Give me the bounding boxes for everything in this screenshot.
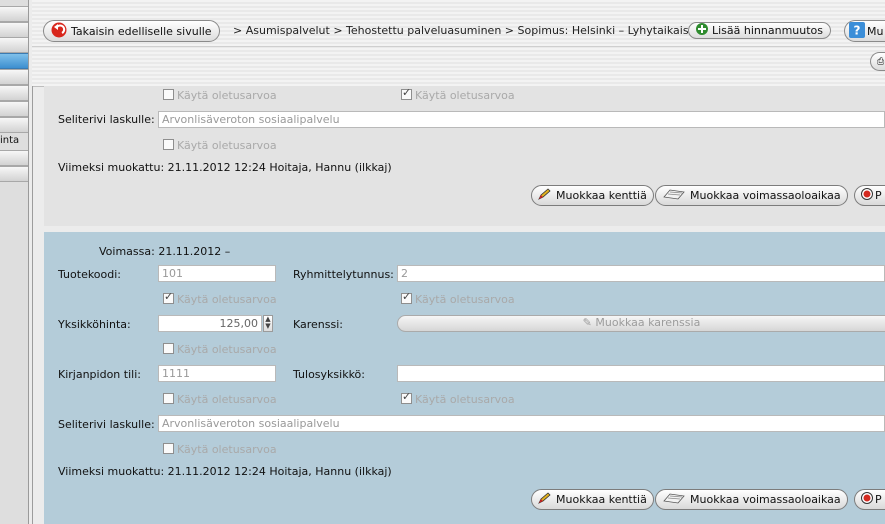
last-modified-text: Viimeksi muokattu: 21.11.2012 12:24 Hoit… — [58, 161, 392, 174]
stop-icon — [861, 492, 873, 507]
sidebar-item[interactable] — [0, 166, 28, 182]
last-modified-text: Viimeksi muokattu: 21.11.2012 12:24 Hoit… — [58, 465, 392, 478]
unit-price-field[interactable]: 125,00 — [158, 315, 262, 332]
sidebar-item[interactable] — [0, 6, 28, 22]
checkbox-label: Käytä oletusarvoa — [177, 443, 277, 456]
unit-price-stepper[interactable]: ▲ ▼ — [263, 315, 273, 332]
invoice-line-field[interactable]: Arvonlisäveroton sosiaalipalvelu — [158, 111, 885, 128]
checkbox-label: Käytä oletusarvoa — [177, 89, 277, 102]
checkbox-box[interactable] — [401, 390, 412, 404]
group-id-field[interactable]: 2 — [397, 265, 885, 282]
use-default-checkbox[interactable]: Käytä oletusarvoa — [163, 89, 277, 102]
edit-validity-button[interactable]: Muokkaa voimassaoloaikaa — [655, 489, 848, 510]
sidebar-item[interactable] — [0, 69, 28, 85]
sidebar-item[interactable] — [0, 117, 28, 133]
edit-validity-button[interactable]: Muokkaa voimassaoloaikaa — [655, 185, 848, 206]
use-default-checkbox[interactable]: Käytä oletusarvoa — [401, 86, 515, 102]
edit-fields-button[interactable]: Muokkaa kenttiä — [531, 489, 654, 510]
back-button-label: Takaisin edelliselle sivulle — [71, 24, 212, 38]
validity-text: Voimassa: 21.11.2012 – — [99, 245, 231, 258]
checkbox-box[interactable] — [163, 89, 174, 100]
help-icon: ? — [849, 21, 865, 41]
checkbox-label: Käytä oletusarvoa — [415, 293, 515, 306]
stop-icon — [861, 188, 873, 203]
checkbox-box[interactable] — [401, 290, 412, 304]
svg-text:?: ? — [854, 23, 861, 37]
use-default-checkbox[interactable]: Käytä oletusarvoa — [401, 290, 515, 306]
content-border — [32, 86, 33, 524]
product-code-label: Tuotekoodi: — [58, 268, 122, 281]
calendar-icon — [662, 188, 686, 203]
checkbox-box[interactable] — [401, 86, 412, 100]
result-unit-field[interactable] — [397, 365, 885, 382]
checkbox-label: Käytä oletusarvoa — [177, 139, 277, 152]
use-default-checkbox[interactable]: Käytä oletusarvoa — [163, 139, 277, 152]
edit-grace-button[interactable]: ✎ Muokkaa karenssia — [397, 315, 885, 332]
edit-fields-label: Muokkaa kenttiä — [556, 189, 647, 202]
ledger-account-label: Kirjanpidon tili: — [58, 368, 141, 381]
checkbox-box[interactable] — [163, 343, 174, 354]
sidebar-item[interactable] — [0, 37, 28, 53]
print-button[interactable]: ⎙ — [870, 52, 885, 71]
breadcrumb: > Asumispalvelut > Tehostettu palveluasu… — [233, 24, 700, 37]
group-id-label: Ryhmittelytunnus: — [293, 268, 394, 281]
use-default-checkbox[interactable]: Käytä oletusarvoa — [163, 343, 277, 356]
remove-button[interactable]: P — [854, 489, 885, 510]
checkbox-label: Käytä oletusarvoa — [415, 89, 515, 102]
use-default-checkbox[interactable]: Käytä oletusarvoa — [163, 290, 277, 306]
use-default-checkbox[interactable]: Käytä oletusarvoa — [401, 390, 515, 406]
calendar-icon — [662, 492, 686, 507]
print-icon: ⎙ — [877, 56, 885, 67]
help-button[interactable]: ? Mu — [844, 20, 885, 42]
use-default-checkbox[interactable]: Käytä oletusarvoa — [163, 393, 277, 406]
edit-validity-label: Muokkaa voimassaoloaikaa — [690, 189, 841, 202]
checkbox-label: Käytä oletusarvoa — [177, 293, 277, 306]
price-period-panel-current: Voimassa: 21.11.2012 – Tuotekoodi: 101 R… — [44, 232, 885, 524]
checkbox-box[interactable] — [163, 443, 174, 454]
price-period-panel-previous: Käytä oletusarvoa Käytä oletusarvoa Seli… — [44, 86, 885, 226]
checkbox-box[interactable] — [163, 393, 174, 404]
help-button-label: Mu — [867, 24, 884, 38]
ledger-account-field[interactable]: 1111 — [158, 365, 276, 382]
result-unit-label: Tulosyksikkö: — [293, 368, 365, 381]
remove-button[interactable]: P — [854, 185, 885, 206]
invoice-line-field[interactable]: Arvonlisäveroton sosiaalipalvelu — [158, 415, 885, 432]
back-arrow-icon — [51, 22, 67, 41]
add-price-change-label: Lisää hinnanmuutos — [712, 24, 824, 37]
pencil-icon: ✎ — [582, 316, 592, 329]
sidebar-item-selected[interactable] — [0, 53, 28, 69]
plus-icon — [696, 23, 708, 38]
sidebar-item[interactable] — [0, 101, 28, 117]
pencil-icon — [538, 188, 552, 203]
remove-button-label: P — [875, 493, 882, 506]
checkbox-label: Käytä oletusarvoa — [177, 343, 277, 356]
edit-fields-button[interactable]: Muokkaa kenttiä — [531, 185, 654, 206]
invoice-line-label: Seliterivi laskulle: — [58, 113, 155, 126]
checkbox-label: Käytä oletusarvoa — [415, 393, 515, 406]
checkbox-label: Käytä oletusarvoa — [177, 393, 277, 406]
sidebar-item[interactable] — [0, 150, 28, 166]
remove-button-label: P — [875, 189, 882, 202]
back-button[interactable]: Takaisin edelliselle sivulle — [43, 20, 220, 42]
grace-label: Karenssi: — [293, 318, 344, 331]
sidebar-item[interactable] — [0, 22, 28, 38]
sidebar-item-label[interactable]: inta — [0, 135, 19, 146]
left-sidebar: inta — [0, 0, 29, 524]
sidebar-item[interactable] — [0, 85, 28, 101]
pencil-icon — [538, 492, 552, 507]
unit-price-label: Yksikköhinta: — [58, 318, 131, 331]
edit-grace-label: Muokkaa karenssia — [595, 316, 701, 329]
toolbar-divider — [32, 46, 885, 47]
product-code-field[interactable]: 101 — [158, 265, 276, 282]
invoice-line-label: Seliterivi laskulle: — [58, 418, 155, 431]
edit-validity-label: Muokkaa voimassaoloaikaa — [690, 493, 841, 506]
edit-fields-label: Muokkaa kenttiä — [556, 493, 647, 506]
checkbox-box[interactable] — [163, 139, 174, 150]
add-price-change-button[interactable]: Lisää hinnanmuutos — [688, 22, 832, 39]
checkbox-box[interactable] — [163, 290, 174, 304]
top-toolbar: Takaisin edelliselle sivulle > Asumispal… — [32, 0, 885, 87]
use-default-checkbox[interactable]: Käytä oletusarvoa — [163, 443, 277, 456]
